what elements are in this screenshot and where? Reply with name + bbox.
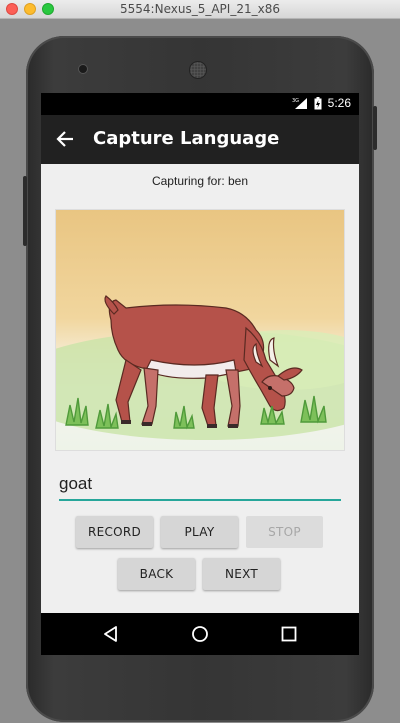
page-title: Capture Language [93,128,280,149]
next-button[interactable]: NEXT [203,558,280,590]
earpiece-speaker [190,62,206,78]
signal-icon: 3G [292,98,307,109]
capture-content: Capturing for: ben goat RECORD PLAY STOP… [41,164,359,613]
stop-button[interactable]: STOP [246,516,323,548]
word-input[interactable] [59,469,341,501]
svg-text:3G: 3G [292,98,299,104]
device-screen: 3G 5:26 Capture Language Capturing for: … [41,93,359,655]
window-title: 5554:Nexus_5_API_21_x86 [120,2,280,16]
goat-image [56,295,344,440]
window-titlebar: 5554:Nexus_5_API_21_x86 [0,0,400,19]
emulator-stage: 3G 5:26 Capture Language Capturing for: … [0,19,400,723]
app-bar: Capture Language [41,115,359,164]
capturing-for-label: Capturing for: ben [151,174,249,188]
goat-illustration [55,209,345,451]
status-time: 5:26 [327,96,351,110]
navigation-bar [41,613,359,655]
nav-back-icon[interactable] [101,624,121,644]
record-button[interactable]: RECORD [76,516,153,548]
battery-icon [314,96,322,109]
nav-recents-icon[interactable] [279,624,299,644]
power-button[interactable] [373,106,377,150]
back-arrow-icon[interactable] [55,129,75,149]
volume-button[interactable] [23,176,27,246]
phone-frame: 3G 5:26 Capture Language Capturing for: … [23,36,377,722]
nav-home-icon[interactable] [190,624,210,644]
front-camera [79,65,87,73]
play-button[interactable]: PLAY [161,516,238,548]
status-bar: 3G 5:26 [41,93,359,115]
back-button[interactable]: BACK [118,558,195,590]
